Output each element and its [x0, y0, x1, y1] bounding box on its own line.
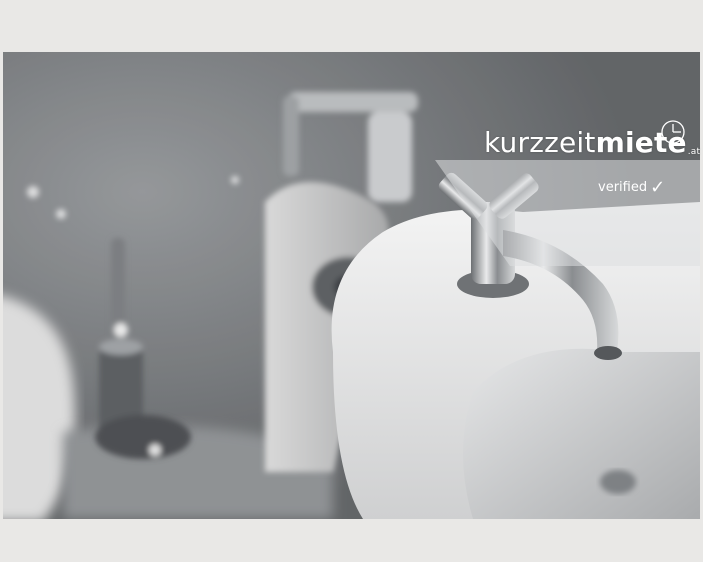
- bathroom-photo: [3, 52, 700, 519]
- clock-icon: [661, 120, 685, 144]
- verified-text: verified: [598, 180, 648, 195]
- brand-name-light: kurzzeit: [484, 126, 596, 159]
- checkmark-icon: ✓: [650, 177, 666, 198]
- brand-tld: .at: [687, 147, 701, 157]
- photo-scene: [3, 52, 700, 519]
- drain: [600, 470, 636, 494]
- verified-label: verified ✓: [598, 177, 665, 198]
- sink-bowl: [463, 348, 700, 519]
